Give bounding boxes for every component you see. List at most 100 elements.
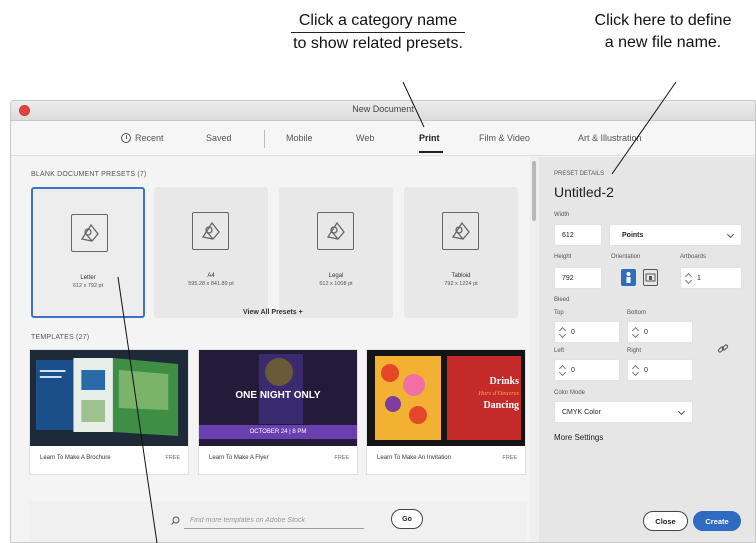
template-brochure[interactable]: Learn To Make A Brochure FREE — [29, 349, 189, 475]
artboards-field[interactable]: 1 — [680, 267, 742, 289]
height-field[interactable]: 792 — [554, 267, 602, 289]
preset-name: Letter — [80, 275, 96, 281]
units-value: Points — [622, 232, 644, 239]
preset-a4[interactable]: A4 595.28 x 841.89 pt — [154, 187, 268, 318]
template-name: Learn To Make A Brochure — [40, 455, 111, 461]
flyer-date: OCTOBER 24 | 8 PM — [199, 425, 357, 439]
callout-category-line1: Click a category name — [298, 12, 458, 29]
artboards-value: 1 — [697, 275, 701, 282]
orientation-label: Orientation — [611, 254, 641, 260]
preset-name: A4 — [207, 273, 215, 279]
preset-name: Tabloid — [451, 273, 471, 279]
stock-search-input[interactable] — [184, 513, 364, 529]
bleed-top-label: Top — [554, 310, 564, 316]
tab-mobile[interactable]: Mobile — [286, 133, 313, 143]
tab-separator — [264, 130, 265, 148]
free-badge: FREE — [165, 455, 180, 461]
bleed-right-field[interactable]: 0 — [627, 359, 693, 381]
callout-filename-line2: a new file name. — [604, 34, 722, 51]
scroll-thumb[interactable] — [532, 161, 536, 221]
template-invitation[interactable]: Drinks Hors d'Oeuvres Dancing Learn To M… — [366, 349, 526, 475]
tab-art-illustration[interactable]: Art & Illustration — [578, 133, 642, 143]
link-icon[interactable] — [717, 343, 729, 355]
window-title: New Document — [352, 104, 414, 114]
bleed-right-value: 0 — [644, 367, 648, 374]
preset-letter[interactable]: Letter 612 x 792 pt — [31, 187, 145, 318]
invitation-dancing: Dancing — [483, 400, 519, 411]
active-tab-indicator — [419, 151, 443, 153]
bleed-bottom-label: Bottom — [627, 310, 647, 316]
bleed-left-label: Left — [554, 348, 565, 354]
tab-print[interactable]: Print — [419, 133, 440, 143]
free-badge: FREE — [502, 455, 517, 461]
tab-recent-label: Recent — [135, 133, 164, 143]
create-button[interactable]: Create — [693, 511, 741, 531]
template-flyer[interactable]: ONE NIGHT ONLY OCTOBER 24 | 8 PM Learn T… — [198, 349, 358, 475]
document-icon — [192, 212, 229, 250]
document-icon — [442, 212, 479, 250]
preset-details-pane: PRESET DETAILS Untitled-2 Width 612 Poin… — [539, 157, 755, 542]
title-bar: New Document — [11, 101, 755, 121]
stepper-icon[interactable] — [686, 273, 691, 285]
preset-details-heading: PRESET DETAILS — [554, 171, 605, 177]
chevron-down-icon — [677, 407, 686, 416]
preset-legal[interactable]: Legal 612 x 1008 pt — [279, 187, 393, 318]
preset-size: 612 x 792 pt — [72, 283, 104, 289]
more-settings-button[interactable]: More Settings — [554, 433, 603, 442]
search-icon — [171, 516, 180, 525]
brochure-thumbnail — [30, 350, 188, 446]
invitation-thumbnail: Drinks Hors d'Oeuvres Dancing — [367, 350, 525, 446]
tab-recent[interactable]: Recent — [121, 133, 164, 143]
presets-scrollbar[interactable] — [530, 157, 539, 542]
bleed-right-label: Right — [627, 348, 642, 354]
preset-size: 595.28 x 841.89 pt — [188, 281, 234, 287]
template-name: Learn To Make A Flyer — [209, 455, 269, 461]
stepper-icon[interactable] — [560, 365, 565, 377]
callout-category-line2: to show related presets. — [291, 32, 465, 55]
invitation-drinks: Drinks — [489, 376, 519, 387]
document-icon — [317, 212, 354, 250]
preset-size: 792 x 1224 pt — [444, 281, 478, 287]
bleed-label: Bleed — [554, 297, 570, 303]
bleed-bottom-field[interactable]: 0 — [627, 321, 693, 343]
landscape-orientation-button[interactable] — [643, 269, 658, 286]
templates-heading: TEMPLATES (27) — [31, 334, 90, 341]
new-document-dialog: New Document Recent Saved Mobile Web Pri… — [10, 100, 756, 543]
clock-icon — [121, 133, 131, 143]
preset-tabloid[interactable]: Tabloid 792 x 1224 pt — [404, 187, 518, 318]
stepper-icon[interactable] — [560, 327, 565, 339]
color-mode-select[interactable]: CMYK Color — [554, 401, 693, 423]
width-label: Width — [554, 212, 570, 218]
tab-saved[interactable]: Saved — [206, 133, 232, 143]
bleed-bottom-value: 0 — [644, 329, 648, 336]
flyer-headline: ONE NIGHT ONLY — [235, 390, 321, 401]
document-icon — [71, 214, 108, 252]
height-value: 792 — [562, 275, 574, 282]
units-select[interactable]: Points — [609, 224, 742, 246]
portrait-orientation-button[interactable] — [621, 269, 636, 286]
close-button[interactable]: Close — [643, 511, 688, 531]
free-badge: FREE — [334, 455, 349, 461]
bleed-top-field[interactable]: 0 — [554, 321, 620, 343]
view-all-presets-link[interactable]: View All Presets + — [243, 309, 303, 316]
blank-presets-heading: BLANK DOCUMENT PRESETS (7) — [31, 171, 147, 178]
tab-web[interactable]: Web — [356, 133, 374, 143]
bleed-left-field[interactable]: 0 — [554, 359, 620, 381]
width-value: 612 — [562, 232, 574, 239]
callout-category: Click a category name to show related pr… — [262, 10, 494, 55]
bleed-top-value: 0 — [571, 329, 575, 336]
stepper-icon[interactable] — [633, 327, 638, 339]
template-name: Learn To Make An Invitation — [377, 455, 451, 461]
flyer-thumbnail: ONE NIGHT ONLY OCTOBER 24 | 8 PM — [199, 350, 357, 446]
callout-filename: Click here to define a new file name. — [570, 10, 756, 54]
height-label: Height — [554, 254, 572, 260]
preset-name: Legal — [328, 273, 344, 279]
go-button[interactable]: Go — [391, 509, 423, 529]
chevron-down-icon — [726, 230, 735, 239]
color-mode-value: CMYK Color — [562, 409, 601, 416]
tab-film-video[interactable]: Film & Video — [479, 133, 530, 143]
bleed-left-value: 0 — [571, 367, 575, 374]
width-field[interactable]: 612 — [554, 224, 602, 246]
document-name-field[interactable]: Untitled-2 — [554, 184, 614, 200]
stepper-icon[interactable] — [633, 365, 638, 377]
